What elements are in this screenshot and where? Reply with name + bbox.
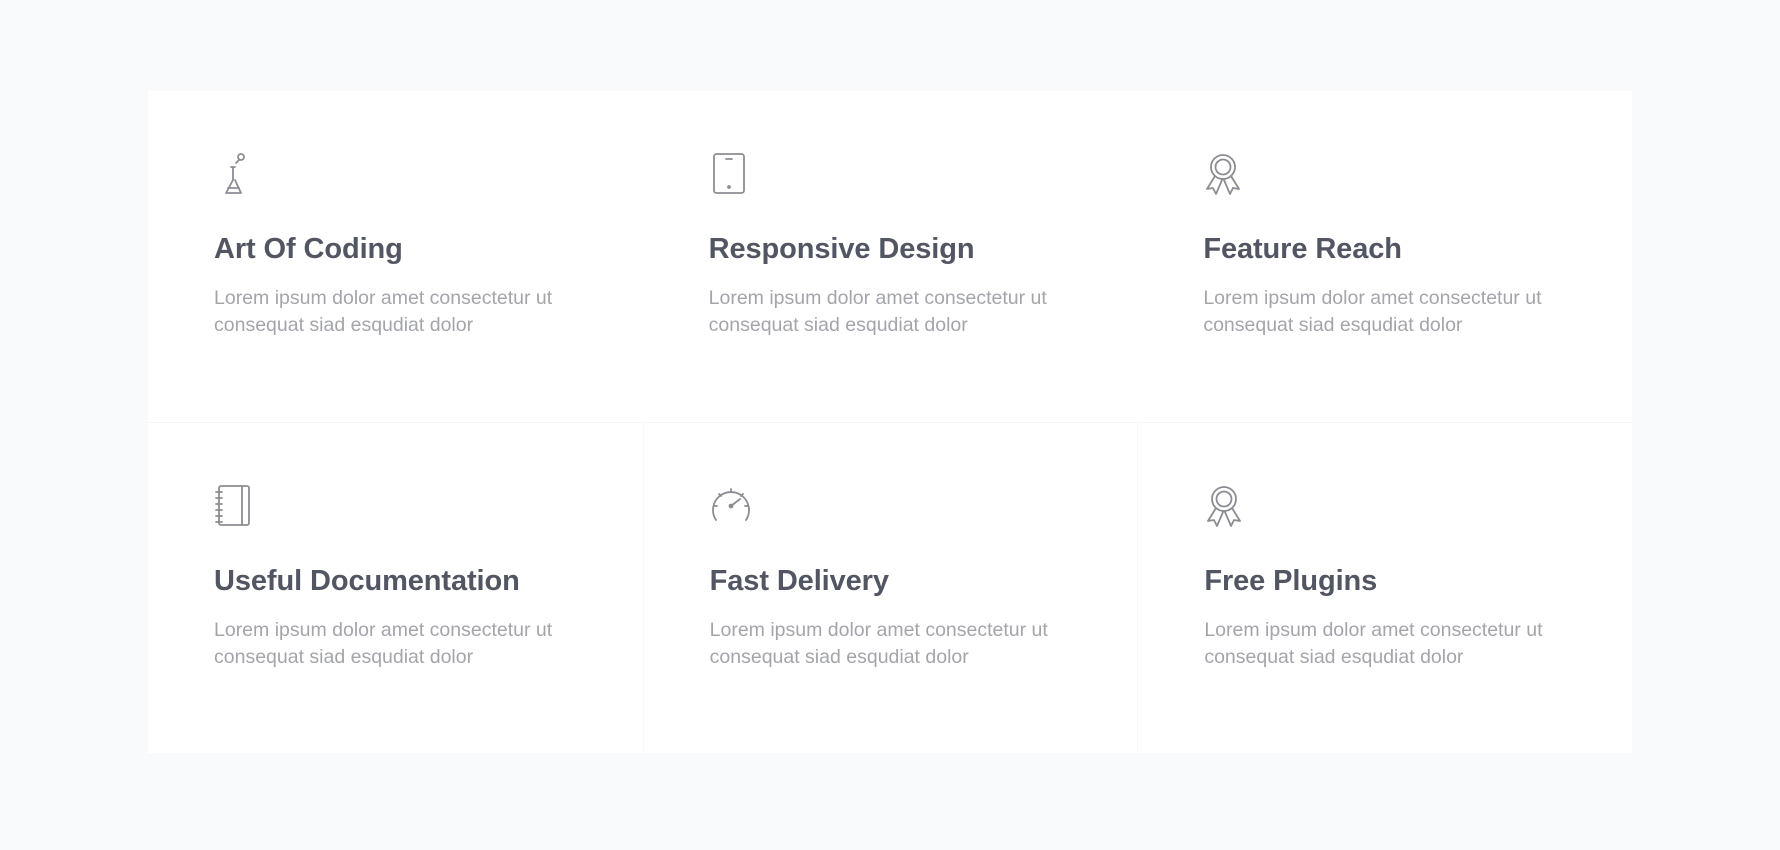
feature-title: Useful Documentation — [214, 565, 520, 597]
speedometer-icon — [710, 484, 754, 528]
feature-description: Lorem ipsum dolor amet consectetur ut co… — [1204, 619, 1543, 668]
feature-card-useful-documentation: Useful Documentation Lorem ipsum dolor a… — [148, 422, 643, 753]
feature-title: Fast Delivery — [709, 565, 889, 597]
award-icon — [1204, 484, 1248, 528]
feature-description: Lorem ipsum dolor amet consectetur ut co… — [708, 287, 1047, 336]
notebook-icon — [214, 484, 258, 528]
features-panel: Art Of Coding Lorem ipsum dolor amet con… — [148, 91, 1632, 753]
feature-title: Free Plugins — [1204, 565, 1378, 597]
feature-card-fast-delivery: Fast Delivery Lorem ipsum dolor amet con… — [642, 422, 1138, 753]
feature-description: Lorem ipsum dolor amet consectetur ut co… — [709, 619, 1048, 668]
feature-description: Lorem ipsum dolor amet consectetur ut co… — [214, 619, 553, 668]
feature-title: Art Of Coding — [214, 233, 403, 265]
feature-card-feature-reach: Feature Reach Lorem ipsum dolor amet con… — [1137, 91, 1632, 422]
tablet-icon — [709, 152, 753, 196]
feature-description: Lorem ipsum dolor amet consectetur ut co… — [1203, 287, 1542, 336]
flask-icon — [214, 152, 258, 196]
award-icon — [1203, 152, 1247, 196]
feature-card-art-of-coding: Art Of Coding Lorem ipsum dolor amet con… — [148, 91, 643, 422]
feature-card-free-plugins: Free Plugins Lorem ipsum dolor amet cons… — [1137, 422, 1632, 753]
feature-title: Feature Reach — [1203, 233, 1402, 265]
feature-title: Responsive Design — [708, 233, 975, 265]
feature-card-responsive-design: Responsive Design Lorem ipsum dolor amet… — [643, 91, 1138, 422]
feature-description: Lorem ipsum dolor amet consectetur ut co… — [214, 287, 553, 336]
